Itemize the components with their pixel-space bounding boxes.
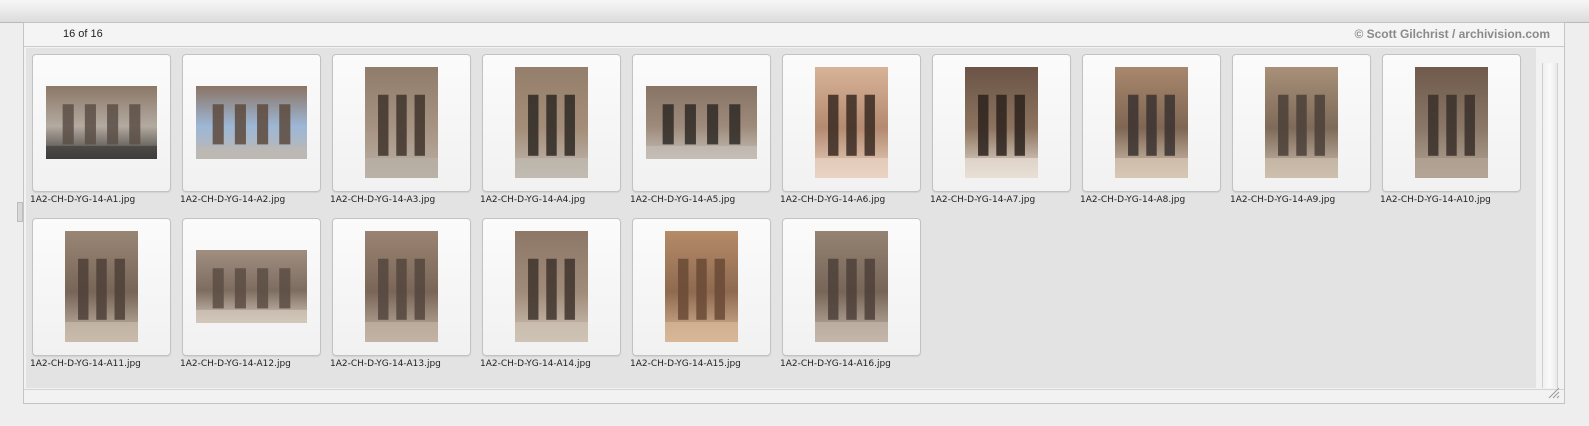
thumbnail-filename[interactable]: 1A2-CH-D-YG-14-A15.jpg <box>630 359 741 369</box>
resize-grip-icon[interactable] <box>1546 385 1560 399</box>
thumbnail-tile[interactable] <box>482 54 621 192</box>
thumbnail-tile[interactable] <box>482 218 621 356</box>
thumbnail-filename[interactable]: 1A2-CH-D-YG-14-A2.jpg <box>180 195 285 205</box>
thumbnail-image <box>515 230 588 342</box>
thumbnail-image <box>515 66 588 178</box>
thumbnail-filename[interactable]: 1A2-CH-D-YG-14-A7.jpg <box>930 195 1035 205</box>
thumbnail-filename[interactable]: 1A2-CH-D-YG-14-A8.jpg <box>1080 195 1185 205</box>
thumbnail-filename[interactable]: 1A2-CH-D-YG-14-A10.jpg <box>1380 195 1491 205</box>
thumbnail-tile[interactable] <box>932 54 1071 192</box>
thumbnail-filename[interactable]: 1A2-CH-D-YG-14-A11.jpg <box>30 359 141 369</box>
thumbnail-image <box>46 85 157 159</box>
thumbnail-filename[interactable]: 1A2-CH-D-YG-14-A1.jpg <box>30 195 135 205</box>
image-count-label: 16 of 16 <box>63 28 103 40</box>
thumbnail-tile[interactable] <box>32 54 171 192</box>
thumbnail-filename[interactable]: 1A2-CH-D-YG-14-A13.jpg <box>330 359 441 369</box>
side-panel-handle[interactable] <box>17 202 23 222</box>
thumbnail-filename[interactable]: 1A2-CH-D-YG-14-A16.jpg <box>780 359 891 369</box>
thumbnail-image <box>815 230 888 342</box>
status-divider <box>24 389 1564 390</box>
thumbnail-image <box>196 249 307 323</box>
thumbnail-tile[interactable] <box>182 218 321 356</box>
thumbnail-image <box>1115 66 1188 178</box>
thumbnail-grid: 1A2-CH-D-YG-14-A1.jpg 1A2-CH-D-YG-14-A2.j… <box>26 48 1536 388</box>
copyright-credit: © Scott Gilchrist / archivision.com <box>1354 27 1550 41</box>
thumbnail-image <box>665 230 738 342</box>
thumbnail-filename[interactable]: 1A2-CH-D-YG-14-A3.jpg <box>330 195 435 205</box>
thumbnail-filename[interactable]: 1A2-CH-D-YG-14-A6.jpg <box>780 195 885 205</box>
thumbnail-tile[interactable] <box>1382 54 1521 192</box>
thumbnail-filename[interactable]: 1A2-CH-D-YG-14-A12.jpg <box>180 359 291 369</box>
thumbnail-filename[interactable]: 1A2-CH-D-YG-14-A5.jpg <box>630 195 735 205</box>
thumbnail-image <box>196 85 307 159</box>
gallery-window: 16 of 16 © Scott Gilchrist / archivision… <box>23 22 1565 404</box>
thumbnail-image <box>365 66 438 178</box>
thumbnail-tile[interactable] <box>332 54 471 192</box>
thumbnail-filename[interactable]: 1A2-CH-D-YG-14-A14.jpg <box>480 359 591 369</box>
top-toolbar <box>0 0 1589 23</box>
thumbnail-tile[interactable] <box>332 218 471 356</box>
gallery-header: 16 of 16 © Scott Gilchrist / archivision… <box>24 23 1564 47</box>
thumbnail-image <box>365 230 438 342</box>
thumbnail-image <box>1415 66 1488 178</box>
thumbnail-image <box>965 66 1038 178</box>
thumbnail-image <box>646 85 757 159</box>
thumbnail-tile[interactable] <box>32 218 171 356</box>
thumbnail-tile[interactable] <box>1232 54 1371 192</box>
thumbnail-filename[interactable]: 1A2-CH-D-YG-14-A4.jpg <box>480 195 585 205</box>
vertical-scrollbar[interactable] <box>1542 63 1558 388</box>
thumbnail-tile[interactable] <box>1082 54 1221 192</box>
thumbnail-image <box>1265 66 1338 178</box>
thumbnail-image <box>65 230 138 342</box>
thumbnail-tile[interactable] <box>782 54 921 192</box>
thumbnail-image <box>815 66 888 178</box>
thumbnail-tile[interactable] <box>632 54 771 192</box>
thumbnail-tile[interactable] <box>632 218 771 356</box>
thumbnail-tile[interactable] <box>782 218 921 356</box>
thumbnail-tile[interactable] <box>182 54 321 192</box>
thumbnail-filename[interactable]: 1A2-CH-D-YG-14-A9.jpg <box>1230 195 1335 205</box>
